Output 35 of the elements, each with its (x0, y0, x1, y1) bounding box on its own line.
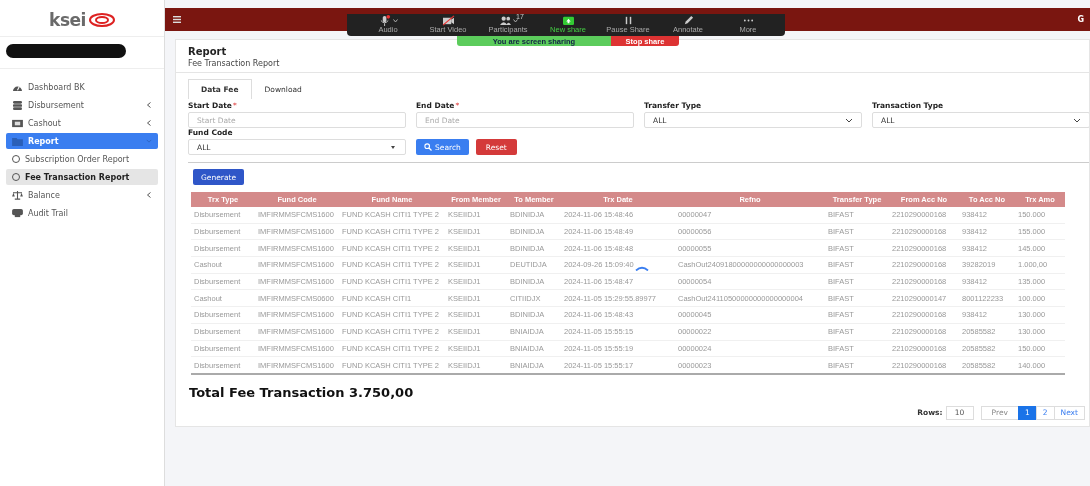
search-icon (424, 143, 432, 151)
caret-down-icon (389, 144, 397, 150)
submenu-item[interactable]: Fee Transaction Report (6, 169, 158, 185)
share-icon (561, 15, 575, 26)
database-icon (12, 100, 23, 110)
menu-icon[interactable] (173, 16, 181, 23)
user-initial[interactable]: G (1077, 15, 1084, 24)
folder-icon (12, 136, 23, 146)
submenu-item[interactable]: Subscription Order Report (6, 151, 158, 167)
menu-item[interactable]: Balance (6, 187, 158, 203)
microphone-icon (378, 15, 392, 26)
caret-down-icon (512, 18, 518, 23)
tray-icon (12, 208, 23, 218)
menu-item[interactable]: Disbursement (6, 97, 158, 113)
loading-spinner-icon (635, 266, 649, 271)
page-subtitle: Fee Transaction Report (188, 59, 281, 68)
chevron-down-icon (1073, 117, 1081, 123)
caret-down-icon (392, 18, 398, 23)
logo-icon (88, 13, 115, 27)
menu-item[interactable]: Dashboard BK (6, 79, 158, 95)
cash-icon (12, 118, 23, 128)
page-title: Report (188, 46, 228, 57)
menu-item[interactable]: Report (6, 133, 158, 149)
chevron-down-icon (146, 138, 152, 144)
people-icon (498, 15, 512, 26)
menu-item[interactable]: Cashout (6, 115, 158, 131)
chevron-down-icon (845, 117, 853, 123)
video-off-icon (441, 15, 455, 26)
scale-icon (12, 190, 23, 200)
chevron-left-icon (146, 192, 152, 198)
chevron-left-icon (146, 120, 152, 126)
total-fee-text: Total Fee Transaction 3.750,00 (189, 384, 415, 400)
chevron-left-icon (146, 102, 152, 108)
logo-text: ksei (49, 10, 86, 30)
menu-item[interactable]: Audit Trail (6, 205, 158, 221)
